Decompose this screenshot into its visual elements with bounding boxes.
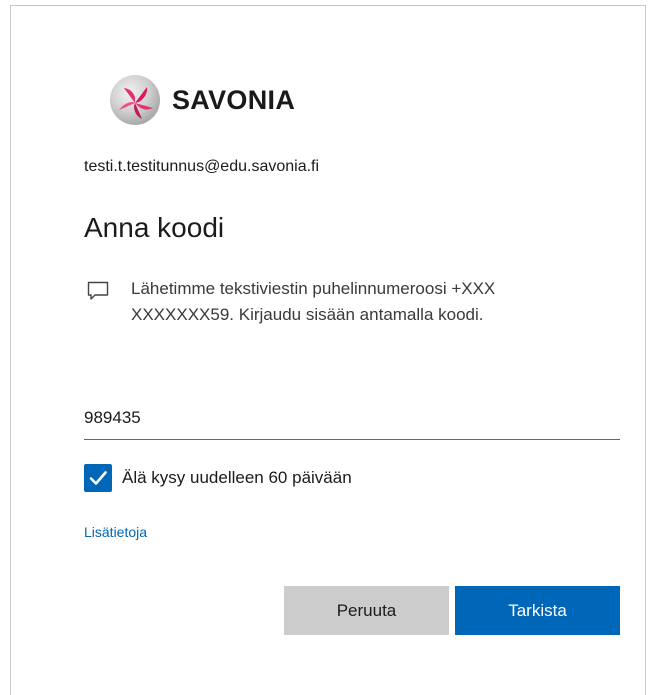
savonia-logo-icon [107, 72, 163, 128]
sign-in-card: SAVONIA testi.t.testitunnus@edu.savonia.… [10, 5, 646, 695]
checkmark-icon [89, 471, 107, 485]
savonia-logo: SAVONIA [107, 72, 295, 128]
cancel-button[interactable]: Peruuta [284, 586, 449, 635]
verify-button[interactable]: Tarkista [455, 586, 620, 635]
remember-checkbox-label: Älä kysy uudelleen 60 päivään [122, 468, 352, 487]
sms-info-text: Lähetimme tekstiviestin puhelinnumeroosi… [131, 279, 496, 324]
sms-message-icon [87, 281, 111, 328]
remember-checkbox-row[interactable]: Älä kysy uudelleen 60 päivään [84, 464, 352, 492]
logo-text: SAVONIA [172, 84, 296, 115]
remember-checkbox[interactable] [84, 464, 112, 492]
verification-code-input[interactable] [84, 396, 620, 440]
user-identity: testi.t.testitunnus@edu.savonia.fi [84, 158, 320, 175]
page-title: Anna koodi [84, 212, 225, 243]
more-info-link[interactable]: Lisätietoja [84, 524, 147, 540]
sms-info-message: Lähetimme tekstiviestin puhelinnumeroosi… [87, 276, 587, 328]
